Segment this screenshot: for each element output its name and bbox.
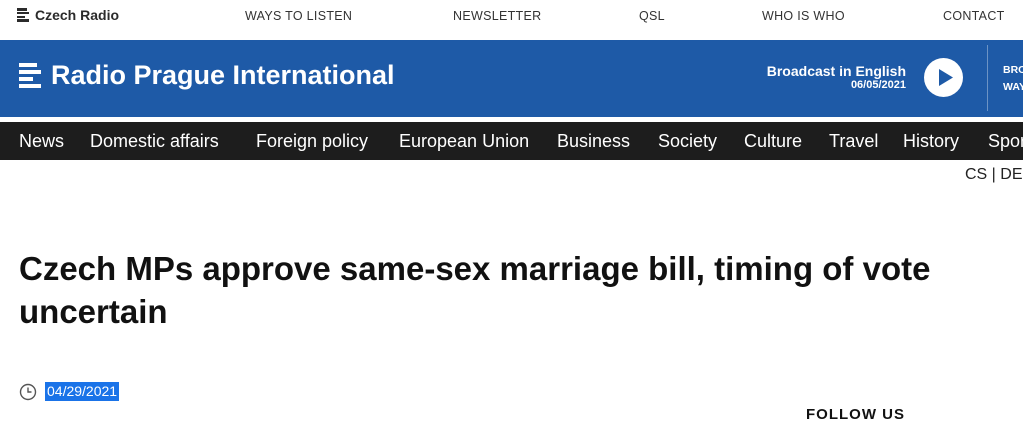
czech-radio-logo[interactable]: Czech Radio bbox=[17, 7, 119, 23]
nav-ways-to-listen[interactable]: WAYS TO LISTEN bbox=[245, 9, 352, 23]
utility-bar: Czech Radio WAYS TO LISTEN NEWSLETTER QS… bbox=[0, 0, 1023, 38]
ways-line-2: WAY bbox=[1003, 81, 1023, 93]
brand-divider bbox=[987, 45, 988, 111]
nav-newsletter[interactable]: NEWSLETTER bbox=[453, 9, 541, 23]
clock-icon bbox=[19, 383, 37, 400]
section-business[interactable]: Business bbox=[557, 131, 630, 152]
section-culture[interactable]: Culture bbox=[744, 131, 802, 152]
section-nav: News Domestic affairs Foreign policy Eur… bbox=[0, 122, 1023, 160]
brand-header: Radio Prague International Broadcast in … bbox=[0, 40, 1023, 117]
rpi-mark-icon bbox=[19, 62, 41, 89]
article-meta: 04/29/2021 bbox=[19, 382, 120, 401]
rpi-logo[interactable]: Radio Prague International bbox=[19, 60, 395, 91]
nav-who-is-who[interactable]: WHO IS WHO bbox=[762, 9, 845, 23]
czech-radio-mark-icon bbox=[17, 8, 29, 22]
ways-to-listen-shortcut[interactable]: BRO WAY bbox=[1003, 62, 1023, 96]
play-icon bbox=[939, 69, 953, 86]
czech-radio-logo-label: Czech Radio bbox=[35, 7, 120, 23]
section-sport[interactable]: Spor bbox=[988, 131, 1023, 152]
language-switcher[interactable]: CS | DE bbox=[965, 166, 1023, 184]
section-news[interactable]: News bbox=[19, 131, 64, 152]
section-european-union[interactable]: European Union bbox=[399, 131, 529, 152]
play-button[interactable] bbox=[924, 58, 963, 97]
broadcast-info[interactable]: Broadcast in English 06/05/2021 bbox=[767, 63, 906, 92]
section-domestic-affairs[interactable]: Domestic affairs bbox=[90, 131, 219, 152]
nav-qsl[interactable]: QSL bbox=[639, 9, 665, 23]
follow-us-heading: FOLLOW US bbox=[806, 406, 905, 423]
article-title: Czech MPs approve same-sex marriage bill… bbox=[19, 250, 931, 330]
article-date: 04/29/2021 bbox=[45, 382, 120, 401]
section-history[interactable]: History bbox=[903, 131, 959, 152]
broadcast-date: 06/05/2021 bbox=[850, 79, 906, 91]
rpi-logo-label: Radio Prague International bbox=[51, 60, 395, 90]
section-society[interactable]: Society bbox=[658, 131, 717, 152]
section-foreign-policy[interactable]: Foreign policy bbox=[256, 131, 368, 152]
section-travel[interactable]: Travel bbox=[829, 131, 878, 152]
ways-line-1: BRO bbox=[1003, 64, 1023, 76]
broadcast-title: Broadcast in English bbox=[766, 63, 906, 79]
nav-contact[interactable]: CONTACT bbox=[943, 9, 1005, 23]
